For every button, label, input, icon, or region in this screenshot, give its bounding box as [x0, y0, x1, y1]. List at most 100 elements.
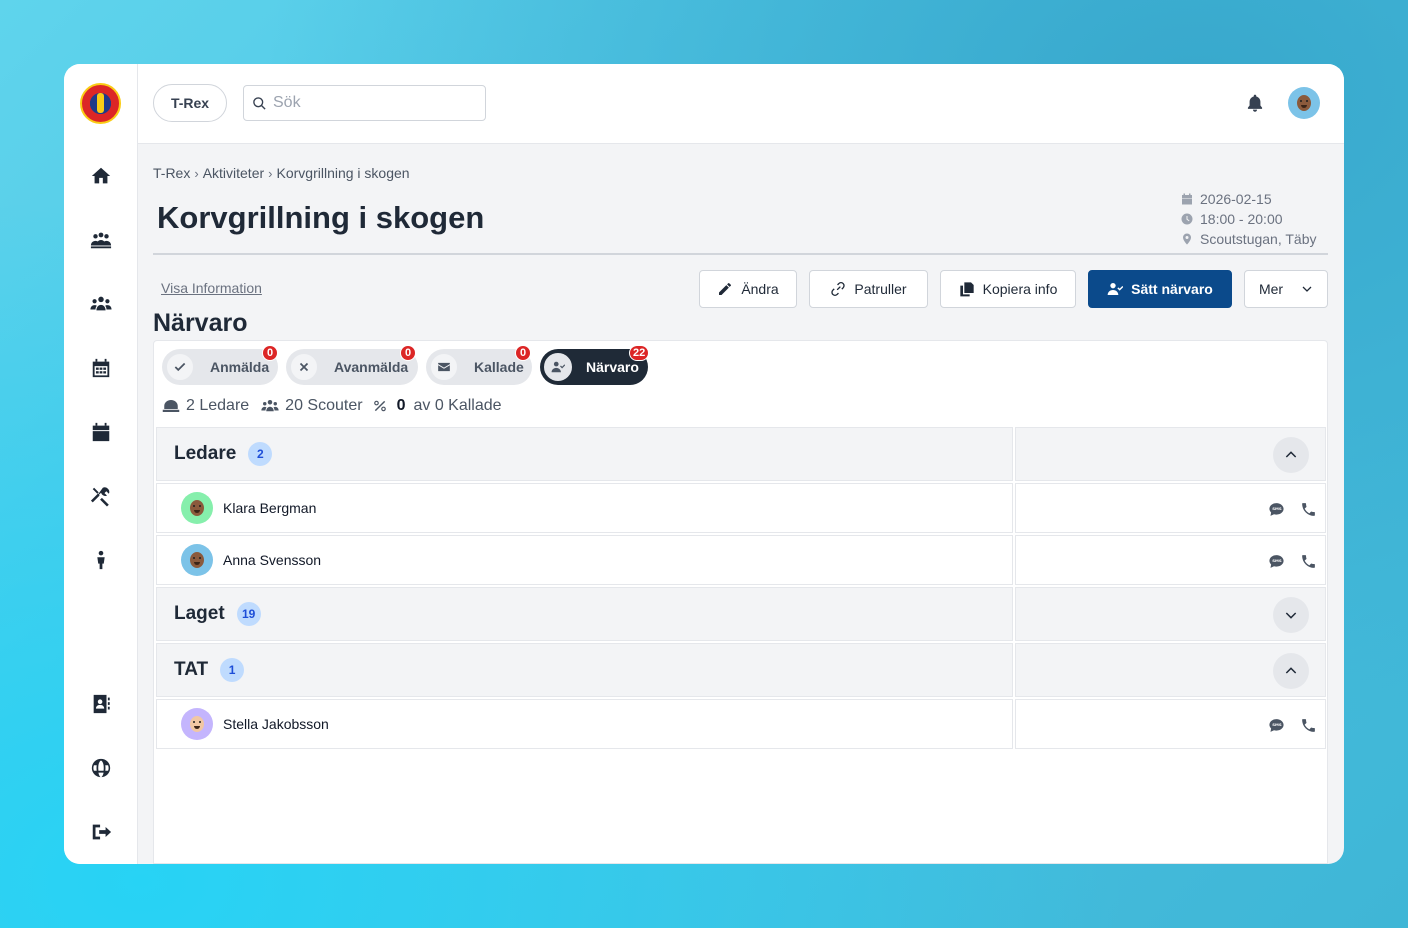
- member-actions-cell: SMS: [1015, 535, 1326, 585]
- patrols-button[interactable]: Patruller: [809, 270, 928, 308]
- pencil-icon: [719, 283, 732, 295]
- chevron-right-icon: ›: [194, 165, 199, 181]
- chevron-right-icon: ›: [268, 165, 273, 181]
- member-row[interactable]: Klara Bergman SMS: [156, 483, 1326, 533]
- breadcrumb: T-Rex › Aktiviteter › Korvgrillning i sk…: [153, 165, 410, 181]
- group-count-badge: 2: [248, 442, 273, 466]
- group-actions-cell: [1015, 587, 1326, 641]
- group-header-tat[interactable]: TAT 1: [156, 643, 1326, 697]
- troop-icon[interactable]: [88, 227, 114, 253]
- activity-meta: 2026-02-15 18:00 - 20:00 Scoutstugan, Tä…: [1181, 189, 1316, 249]
- contacts-icon[interactable]: [88, 691, 114, 717]
- topbar: T-Rex: [138, 64, 1344, 144]
- tab-anmalda[interactable]: Anmälda 0: [162, 345, 278, 385]
- avatar-face-icon: [190, 500, 204, 516]
- tab-label: Anmälda: [210, 359, 270, 375]
- globe-icon[interactable]: [88, 755, 114, 781]
- expand-button[interactable]: [1273, 597, 1309, 633]
- group-name: Laget: [174, 603, 225, 624]
- set-attendance-button[interactable]: Sätt närvaro: [1088, 270, 1232, 308]
- users-icon: [261, 400, 279, 412]
- member-name: Stella Jakobsson: [223, 716, 329, 732]
- member-name-cell: Klara Bergman: [156, 483, 1013, 533]
- tools-icon[interactable]: [88, 483, 114, 509]
- avatar-face-icon: [190, 716, 204, 732]
- breadcrumb-item[interactable]: T-Rex: [153, 165, 190, 181]
- tab-kallade[interactable]: Kallade 0: [426, 345, 532, 385]
- member-avatar: [181, 544, 213, 576]
- activity-time: 18:00 - 20:00: [1200, 211, 1283, 227]
- member-name-cell: Stella Jakobsson: [156, 699, 1013, 749]
- sms-icon[interactable]: SMS: [1267, 552, 1285, 570]
- check-icon: [166, 353, 194, 381]
- divider: [153, 253, 1328, 255]
- member-actions-cell: SMS: [1015, 483, 1326, 533]
- member-name: Klara Bergman: [223, 500, 317, 516]
- map-pin-icon: [1183, 233, 1191, 245]
- group-count-badge: 1: [220, 658, 245, 682]
- member-row[interactable]: Stella Jakobsson SMS: [156, 699, 1326, 749]
- called-value: 0: [396, 397, 406, 414]
- avatar-face-icon: [190, 552, 204, 568]
- groups-icon[interactable]: [88, 291, 114, 317]
- logout-icon[interactable]: [88, 819, 114, 845]
- search-input[interactable]: [273, 94, 473, 112]
- sms-icon[interactable]: SMS: [1267, 500, 1285, 518]
- edit-button-label: Ändra: [741, 281, 779, 297]
- breadcrumb-item[interactable]: Aktiviteter: [203, 165, 264, 181]
- page-title: Korvgrillning i skogen: [157, 200, 485, 235]
- chevron-up-icon: [1285, 451, 1297, 458]
- member-avatar: [181, 492, 213, 524]
- called-text: av 0 Kallade: [413, 397, 502, 414]
- org-switch-button[interactable]: T-Rex: [153, 84, 227, 122]
- tab-label: Kallade: [474, 359, 524, 375]
- phone-icon[interactable]: [1299, 500, 1317, 518]
- group-name: Ledare: [174, 443, 237, 464]
- member-name: Anna Svensson: [223, 552, 322, 568]
- chevron-down-icon: [1285, 612, 1297, 619]
- copy-icon: [959, 282, 974, 297]
- user-check-icon: [1107, 283, 1124, 295]
- group-header-ledare[interactable]: Ledare 2: [156, 427, 1326, 481]
- edit-button[interactable]: Ändra: [699, 270, 797, 308]
- tab-label: Närvaro: [586, 359, 639, 375]
- group-title-cell: Ledare 2: [156, 427, 1013, 481]
- group-header-laget[interactable]: Laget 19: [156, 587, 1326, 641]
- copy-info-button[interactable]: Kopiera info: [940, 270, 1076, 308]
- tab-avanmalda[interactable]: Avanmälda 0: [286, 345, 418, 385]
- sms-icon[interactable]: SMS: [1267, 716, 1285, 734]
- collapse-button[interactable]: [1273, 653, 1309, 689]
- calendar-grid-icon[interactable]: [88, 355, 114, 381]
- user-check-icon: [544, 353, 572, 381]
- x-icon: [290, 353, 318, 381]
- attendance-stats: 2 Ledare 20 Scouter 0 av 0 Kallade: [162, 397, 502, 415]
- group-title-cell: Laget 19: [156, 587, 1013, 641]
- user-avatar[interactable]: [1288, 87, 1320, 119]
- tab-count-badge: 0: [262, 345, 278, 361]
- section-title: Närvaro: [153, 309, 248, 337]
- phone-icon[interactable]: [1299, 552, 1317, 570]
- more-button-label: Mer: [1258, 281, 1284, 297]
- helmet-icon: [162, 400, 180, 412]
- member-row[interactable]: Anna Svensson SMS: [156, 535, 1326, 585]
- show-information-link[interactable]: Visa Information: [161, 280, 262, 296]
- tab-narvaro[interactable]: Närvaro 22: [540, 345, 650, 385]
- activity-location: Scoutstugan, Täby: [1200, 231, 1317, 247]
- group-count-badge: 19: [236, 602, 261, 626]
- person-icon[interactable]: [88, 547, 114, 573]
- sidebar: [64, 64, 138, 864]
- breadcrumb-current: Korvgrillning i skogen: [276, 165, 410, 181]
- calendar-icon[interactable]: [88, 419, 114, 445]
- collapse-button[interactable]: [1273, 437, 1309, 473]
- group-name: TAT: [174, 659, 209, 680]
- bell-icon[interactable]: [1245, 92, 1265, 114]
- search-box[interactable]: [243, 85, 486, 121]
- group-actions-cell: [1015, 427, 1326, 481]
- search-icon: [253, 96, 266, 110]
- attendance-panel: Anmälda 0 Avanmälda 0 Kallade 0 Närvaro …: [153, 340, 1328, 864]
- more-button[interactable]: Mer: [1244, 270, 1328, 308]
- home-icon[interactable]: [88, 163, 114, 189]
- scout-logo[interactable]: [80, 83, 121, 124]
- phone-icon[interactable]: [1299, 716, 1317, 734]
- clock-icon: [1181, 213, 1193, 225]
